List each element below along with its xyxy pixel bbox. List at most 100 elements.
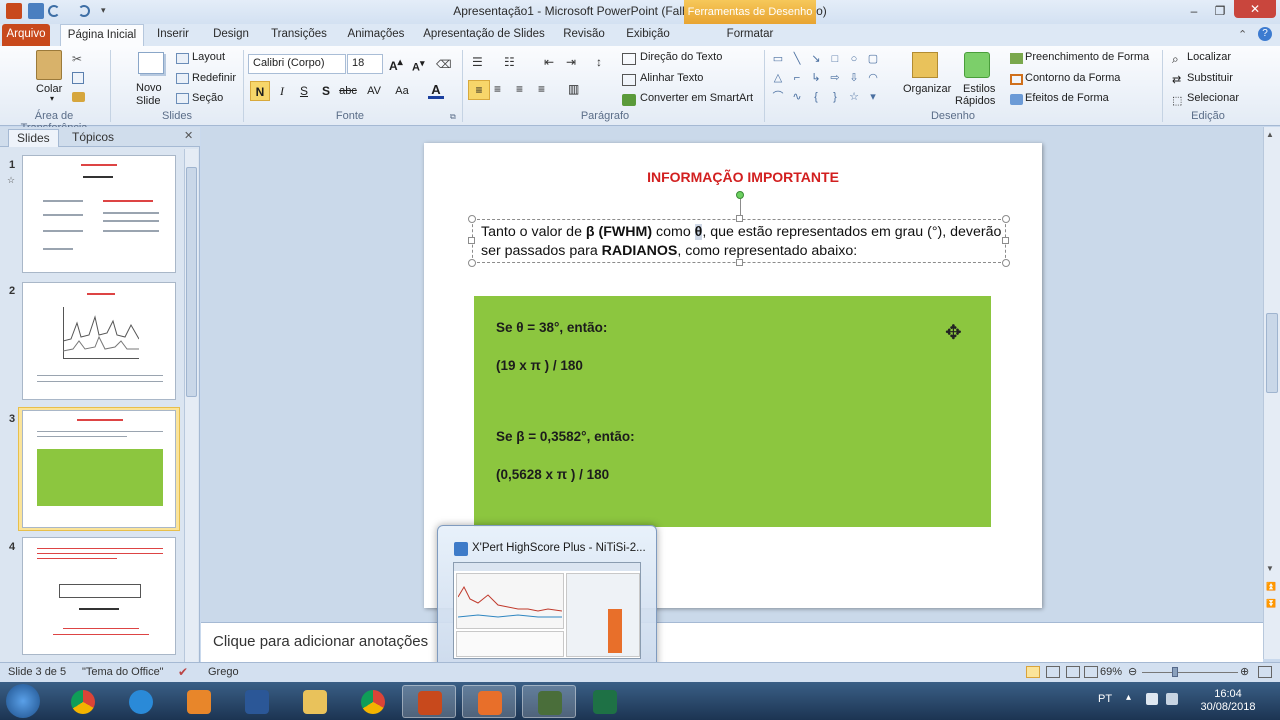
taskbar-thumbnail-preview[interactable]: X'Pert HighScore Plus - NiTiSi-2... xyxy=(437,525,657,675)
shape-outline-button[interactable]: Contorno da Forma xyxy=(1025,72,1120,84)
strikethrough-icon[interactable]: abc xyxy=(338,81,358,101)
theme-name[interactable]: "Tema do Office" xyxy=(82,666,164,678)
slide-sorter-icon[interactable] xyxy=(1046,666,1060,678)
convert-smartart-button[interactable]: Converter em SmartArt xyxy=(640,92,753,104)
resize-handle-bl[interactable] xyxy=(468,259,476,267)
taskbar-powerpoint[interactable] xyxy=(402,685,456,718)
rectangle-shape-icon[interactable]: □ xyxy=(827,51,843,67)
select-icon[interactable]: ⬚ xyxy=(1172,94,1182,107)
reset-button[interactable]: Redefinir xyxy=(192,72,236,84)
rounded-rect-shape-icon[interactable]: ▢ xyxy=(865,51,881,67)
resize-handle-tl[interactable] xyxy=(468,215,476,223)
taskbar-clock[interactable]: 16:04 30/08/2018 xyxy=(1196,688,1260,714)
tab-slideshow[interactable]: Apresentação de Slides xyxy=(420,24,548,46)
spellcheck-icon[interactable]: ✔ xyxy=(178,665,188,679)
brace-left-icon[interactable]: { xyxy=(808,89,824,105)
quick-styles-label-1[interactable]: Estilos xyxy=(963,83,995,95)
justify-icon[interactable]: ≡ xyxy=(538,82,545,96)
bullets-icon[interactable]: ☰ xyxy=(472,55,483,69)
block-arrow-right-icon[interactable]: ⇨ xyxy=(827,70,843,86)
taskbar-xpert[interactable] xyxy=(522,685,576,718)
zoom-level[interactable]: 69% xyxy=(1100,666,1122,678)
columns-icon[interactable]: ▥ xyxy=(568,82,579,96)
replace-icon[interactable]: ⇄ xyxy=(1172,73,1181,86)
shape-fill-icon[interactable] xyxy=(1010,53,1023,64)
normal-view-icon[interactable] xyxy=(1026,666,1040,678)
more-shapes-icon[interactable]: ▾ xyxy=(865,89,881,105)
reading-view-icon[interactable] xyxy=(1066,666,1080,678)
zoom-in-icon[interactable]: ⊕ xyxy=(1240,665,1249,678)
resize-handle-tr[interactable] xyxy=(1002,215,1010,223)
layout-icon[interactable] xyxy=(176,53,189,64)
tab-animations[interactable]: Animações xyxy=(344,24,408,46)
close-pane-icon[interactable]: ✕ xyxy=(184,129,193,142)
green-formula-box[interactable]: Se θ = 38°, então: (19 x π ) / 180 Se β … xyxy=(474,296,991,527)
font-name-combo[interactable]: Calibri (Corpo) xyxy=(248,54,346,74)
line-spacing-icon[interactable]: ↕ xyxy=(596,55,602,69)
input-language[interactable]: PT xyxy=(1098,693,1112,705)
language-indicator[interactable]: Grego xyxy=(208,666,239,678)
block-arrow-down-icon[interactable]: ⇩ xyxy=(846,70,862,86)
rotation-handle[interactable] xyxy=(736,191,744,199)
text-direction-button[interactable]: Direção do Texto xyxy=(640,51,722,63)
freeform-shape-icon[interactable]: ∿ xyxy=(789,89,805,105)
preview-window-image[interactable] xyxy=(453,562,641,659)
slide-thumbnail-3[interactable] xyxy=(22,410,176,528)
preview-window-title[interactable]: X'Pert HighScore Plus - NiTiSi-2... xyxy=(472,542,646,554)
section-button[interactable]: Seção xyxy=(192,92,223,104)
grow-font-icon[interactable]: A▴ xyxy=(389,57,403,73)
numbering-icon[interactable]: ☷ xyxy=(504,55,515,69)
star-shape-icon[interactable]: ☆ xyxy=(846,89,862,105)
align-center-icon[interactable]: ≡ xyxy=(494,82,501,96)
zoom-out-icon[interactable]: ⊖ xyxy=(1128,665,1137,678)
layout-button[interactable]: Layout xyxy=(192,51,225,63)
tab-outline-pane[interactable]: Tópicos xyxy=(64,129,122,147)
paste-icon[interactable] xyxy=(36,50,62,80)
scroll-down-icon[interactable]: ▼ xyxy=(1266,564,1274,573)
slide-thumbnail-4[interactable] xyxy=(22,537,176,655)
oval-shape-icon[interactable]: ○ xyxy=(846,51,862,67)
taskbar-chrome[interactable] xyxy=(56,685,110,718)
slide-title[interactable]: INFORMAÇÃO IMPORTANTE xyxy=(647,169,839,185)
notes-placeholder[interactable]: Clique para adicionar anotações xyxy=(213,633,428,650)
format-painter-icon[interactable] xyxy=(72,92,85,102)
curve-shape-icon[interactable]: ⌒ xyxy=(770,89,786,105)
start-button-icon[interactable] xyxy=(6,684,40,718)
font-dialog-launcher-icon[interactable]: ⧉ xyxy=(450,112,456,122)
slideshow-view-icon[interactable] xyxy=(1084,666,1098,678)
align-left-icon[interactable]: ≡ xyxy=(468,80,490,100)
help-icon[interactable]: ? xyxy=(1258,27,1272,41)
zoom-slider-track[interactable] xyxy=(1142,672,1238,673)
tab-review[interactable]: Revisão xyxy=(560,24,608,46)
clear-format-icon[interactable]: ⌫ xyxy=(436,58,452,71)
quick-styles-icon[interactable] xyxy=(964,52,990,78)
minimize-ribbon-icon[interactable]: ⌃ xyxy=(1238,28,1247,41)
triangle-shape-icon[interactable]: △ xyxy=(770,70,786,86)
shape-effects-icon[interactable] xyxy=(1010,94,1023,105)
minimize-button[interactable]: – xyxy=(1180,2,1208,20)
font-color-icon[interactable]: A xyxy=(428,83,444,99)
align-text-button[interactable]: Alinhar Texto xyxy=(640,72,703,84)
taskbar-media[interactable] xyxy=(172,685,226,718)
resize-handle-l[interactable] xyxy=(468,237,475,244)
find-icon[interactable]: ⌕ xyxy=(1172,52,1179,67)
tab-design[interactable]: Design xyxy=(208,24,254,46)
pane-scrollbar[interactable] xyxy=(184,149,198,663)
new-slide-label-1[interactable]: Novo xyxy=(136,82,162,94)
taskbar-explorer[interactable] xyxy=(288,685,342,718)
decrease-indent-icon[interactable]: ⇤ xyxy=(544,55,554,69)
shadow-button[interactable]: S xyxy=(316,81,336,101)
pane-scrollbar-thumb[interactable] xyxy=(186,167,197,397)
font-size-combo[interactable]: 18 xyxy=(347,54,383,74)
resize-handle-t[interactable] xyxy=(736,215,743,222)
shrink-font-icon[interactable]: A▾ xyxy=(412,58,425,74)
notes-pane[interactable]: Clique para adicionar anotações xyxy=(201,622,1263,662)
increase-indent-icon[interactable]: ⇥ xyxy=(566,55,576,69)
brace-right-icon[interactable]: } xyxy=(827,89,843,105)
section-icon[interactable] xyxy=(176,93,189,104)
align-right-icon[interactable]: ≡ xyxy=(516,82,523,96)
tab-insert[interactable]: Inserir xyxy=(150,24,196,46)
taskbar-chrome-2[interactable] xyxy=(346,685,400,718)
close-button[interactable]: ✕ xyxy=(1234,0,1276,18)
elbow-connector-icon[interactable]: ⌐ xyxy=(789,70,805,86)
